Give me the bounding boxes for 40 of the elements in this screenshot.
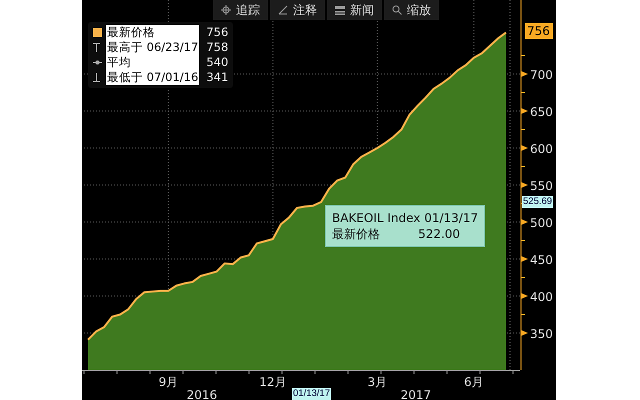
price-tag: 756 xyxy=(525,23,553,39)
year-label: 2017 xyxy=(400,388,432,400)
legend-value: 341 xyxy=(206,70,228,85)
tooltip-label: 最新价格 xyxy=(332,226,381,242)
legend-label: 最低于 07/01/16 xyxy=(106,70,200,85)
low-marker-icon xyxy=(93,73,100,82)
legend-label: 平均 xyxy=(106,55,200,70)
year-label: 2016 xyxy=(186,388,218,400)
legend-value: 756 xyxy=(206,25,228,40)
tooltip-title: BAKEOIL Index 01/13/17 xyxy=(332,210,478,226)
average-marker-icon xyxy=(93,60,102,65)
crosshair-level-tag: 525.69 xyxy=(522,196,554,208)
legend-label: 最高于 06/23/17 xyxy=(106,40,200,55)
tooltip-value: 522.00 xyxy=(418,226,462,242)
high-marker-icon xyxy=(93,43,100,52)
square-marker-icon xyxy=(93,28,102,37)
axis-tick-label: 700 xyxy=(530,68,553,82)
search-icon xyxy=(392,5,402,15)
axis-tick-label: 450 xyxy=(530,253,553,267)
legend-label: 最新价格 xyxy=(106,25,200,40)
toolbar-button[interactable]: 缩放 xyxy=(384,0,439,20)
legend-value: 540 xyxy=(206,55,228,70)
axis-tick-label: 6月 xyxy=(464,375,484,389)
axis-tick-label: 400 xyxy=(530,290,553,304)
toolbar-button[interactable]: 注释 xyxy=(270,0,325,20)
axis-tick-label: 600 xyxy=(530,142,553,156)
axis-tick-label: 550 xyxy=(530,179,553,193)
crosshair-date-tag: 01/13/17 xyxy=(292,388,331,400)
axis-tick-label: 3月 xyxy=(368,375,388,389)
toolbar-button[interactable]: 新闻 xyxy=(327,0,382,20)
axis-tick-label: 12月 xyxy=(259,375,287,389)
toolbar-button[interactable]: 追踪 xyxy=(213,0,268,20)
axis-tick-label: 9月 xyxy=(158,375,178,389)
crosshair-icon xyxy=(221,5,231,15)
axis-tick-label: 500 xyxy=(530,216,553,230)
axis-tick-label: 650 xyxy=(530,105,553,119)
pencil-icon xyxy=(278,5,288,15)
axis-tick-label: 350 xyxy=(530,327,553,341)
legend-value: 758 xyxy=(206,40,228,55)
news-icon xyxy=(335,6,345,14)
